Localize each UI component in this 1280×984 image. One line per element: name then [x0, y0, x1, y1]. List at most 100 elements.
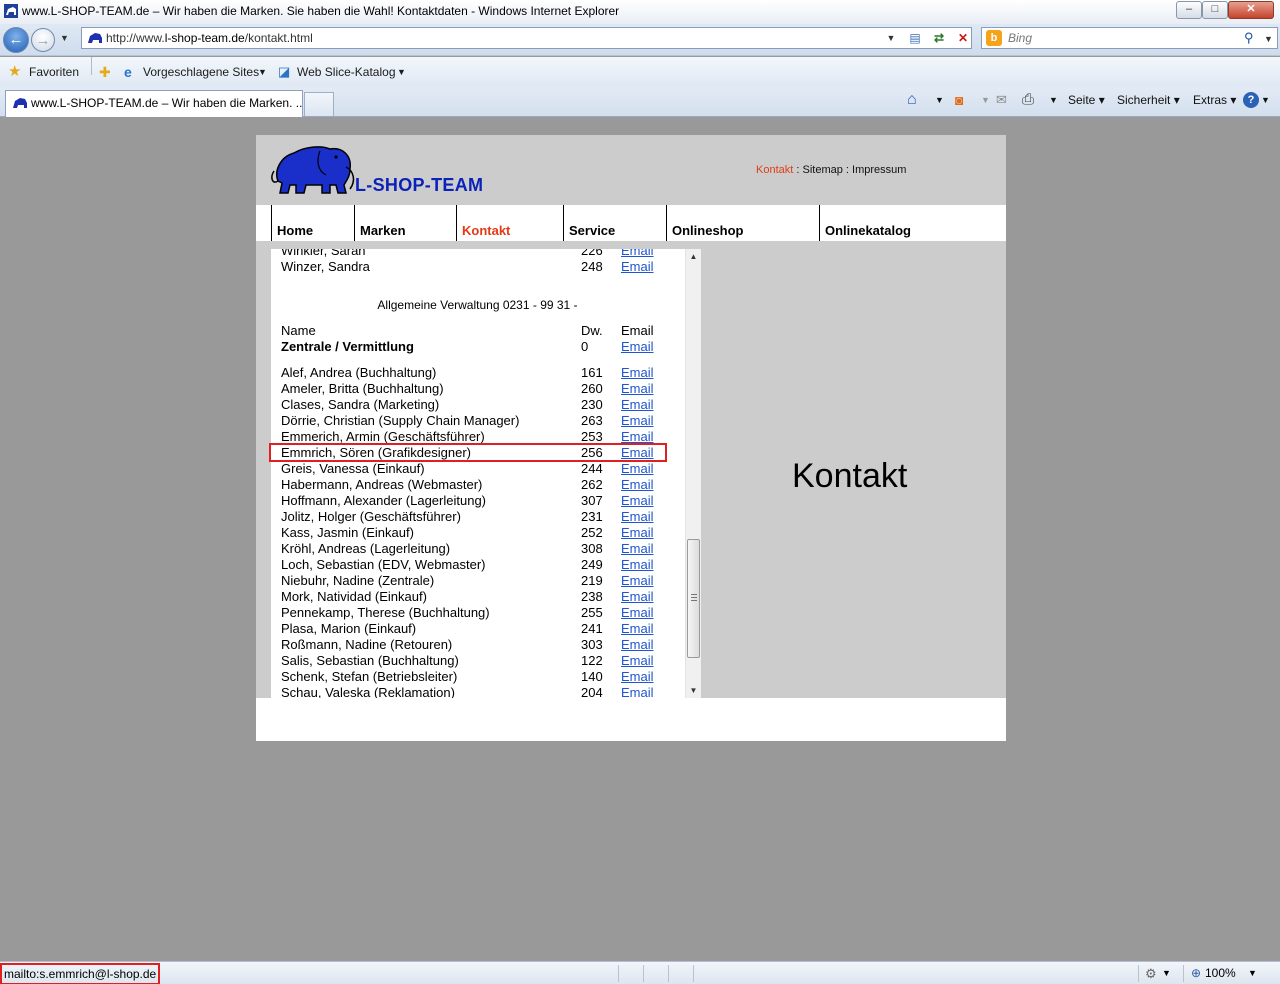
contact-email-link[interactable]: Email [621, 397, 654, 413]
contact-email-link[interactable]: Email [621, 339, 654, 355]
address-dropdown-icon[interactable]: ▼ [880, 30, 902, 47]
scroll-up-arrow-icon[interactable]: ▲ [686, 249, 701, 264]
suggested-sites-dropdown-icon[interactable]: ▼ [258, 57, 267, 87]
contact-email-link[interactable]: Email [621, 259, 654, 275]
favorites-star-icon[interactable]: ★ [8, 57, 21, 87]
add-favorite-icon[interactable]: ✚ [99, 57, 111, 87]
search-dropdown-icon[interactable]: ▼ [1264, 29, 1273, 49]
contact-email-link[interactable]: Email [621, 557, 654, 573]
contact-name: Name [281, 323, 316, 338]
new-tab-button[interactable] [304, 92, 334, 116]
contact-email-link[interactable]: Email [621, 413, 654, 429]
contact-extension: 256 [581, 445, 603, 460]
web-page: L-SHOP-TEAM Kontakt : Sitemap : Impressu… [256, 135, 1006, 741]
contact-extension: 219 [581, 573, 603, 588]
help-icon[interactable]: ? [1243, 92, 1259, 108]
search-input[interactable]: Bing [1008, 28, 1032, 48]
scroll-down-arrow-icon[interactable]: ▼ [686, 683, 701, 698]
home-icon[interactable]: ⌂ [907, 87, 917, 113]
toplink-sitemap[interactable]: Sitemap [802, 164, 842, 176]
contact-email-link[interactable]: Email [621, 685, 654, 698]
menu-kontakt[interactable]: Kontakt [456, 205, 563, 241]
maximize-button[interactable]: □ [1202, 1, 1228, 19]
contact-extension: 161 [581, 365, 603, 380]
contact-list-scrollbar[interactable]: ▲ ▼ [685, 249, 701, 698]
page-menu-button[interactable]: Seite ▾ [1068, 87, 1105, 113]
contact-email-link[interactable]: Email [621, 653, 654, 669]
contact-list-frame[interactable]: Winkler, Sarah 226 Email Winzer, Sandra 248 E… [271, 249, 701, 698]
tab-active[interactable]: www.L-SHOP-TEAM.de – Wir haben die Marke… [5, 90, 303, 117]
address-bar[interactable]: http://www.l-shop-team.de/kontakt.html ▼… [81, 27, 972, 49]
search-icon[interactable]: ⚲ [1244, 28, 1254, 48]
contact-extension: 248 [581, 259, 603, 274]
menu-onlinekatalog[interactable]: Onlinekatalog [819, 205, 1006, 241]
ie-app-icon [4, 4, 18, 18]
web-slice-button[interactable]: Web Slice-Katalog [297, 57, 396, 87]
contact-email-link[interactable]: Email [621, 381, 654, 397]
stop-icon[interactable]: ✕ [952, 30, 974, 47]
contact-row: Salis, Sebastian (Buchhaltung) 122 Email [271, 653, 684, 669]
contact-name: Mork, Natividad (Einkauf) [281, 589, 427, 604]
contact-email-link[interactable]: Email [621, 589, 654, 605]
history-dropdown-icon[interactable]: ▼ [60, 33, 69, 43]
contact-name: Loch, Sebastian (EDV, Webmaster) [281, 557, 486, 572]
print-dropdown-icon[interactable]: ▼ [1049, 87, 1058, 113]
contact-email-link[interactable]: Email [621, 669, 654, 685]
contact-name: Habermann, Andreas (Webmaster) [281, 477, 483, 492]
contact-email-link[interactable]: Email [621, 573, 654, 589]
zoom-level[interactable]: 100% [1205, 963, 1236, 984]
web-slice-dropdown-icon[interactable]: ▼ [397, 57, 406, 87]
contact-email-link[interactable]: Email [621, 429, 654, 445]
home-dropdown-icon[interactable]: ▼ [935, 87, 944, 113]
address-url[interactable]: http://www.l-shop-team.de/kontakt.html [106, 28, 313, 48]
contact-email-link[interactable]: Email [621, 365, 654, 381]
compatibility-view-icon[interactable]: ▤ [904, 30, 926, 47]
feeds-icon[interactable]: ◙ [955, 87, 963, 113]
contact-row: Kröhl, Andreas (Lagerleitung) 308 Email [271, 541, 684, 557]
site-brand[interactable]: L-SHOP-TEAM [355, 175, 483, 196]
search-box[interactable]: b Bing ⚲ ▼ [981, 27, 1278, 49]
contact-name: Winzer, Sandra [281, 259, 370, 274]
contact-email-link[interactable]: Email [621, 445, 654, 461]
contact-email-link[interactable]: Email [621, 605, 654, 621]
contact-email-link[interactable]: Email [621, 509, 654, 525]
contact-name: Pennekamp, Therese (Buchhaltung) [281, 605, 490, 620]
feeds-dropdown-icon[interactable]: ▼ [981, 87, 990, 113]
menu-marken[interactable]: Marken [354, 205, 456, 241]
contact-email-link[interactable]: Email [621, 541, 654, 557]
menu-onlineshop[interactable]: Onlineshop [666, 205, 819, 241]
close-button[interactable]: ✕ [1228, 1, 1274, 19]
elephant-logo[interactable] [270, 141, 356, 195]
forward-button[interactable]: → [31, 28, 55, 52]
security-zone-icon[interactable]: ⚙ [1145, 963, 1157, 984]
mail-icon[interactable]: ✉ [996, 87, 1007, 113]
contact-email-link[interactable]: Email [621, 493, 654, 509]
status-divider [1183, 965, 1184, 982]
contact-email-link[interactable]: Email [621, 525, 654, 541]
zoom-dropdown-icon[interactable]: ▼ [1248, 963, 1257, 984]
zoom-icon[interactable]: ⊕ [1191, 963, 1201, 984]
favorites-button[interactable]: Favoriten [29, 57, 79, 87]
print-icon[interactable]: ⎙ [1022, 87, 1034, 113]
toplink-contact[interactable]: Kontakt [756, 164, 793, 176]
contact-email-link[interactable]: Email [621, 637, 654, 653]
menu-service[interactable]: Service [563, 205, 666, 241]
contact-extension: 249 [581, 557, 603, 572]
suggested-sites-button[interactable]: Vorgeschlagene Sites [143, 57, 259, 87]
contact-extension: 260 [581, 381, 603, 396]
contact-email-link[interactable]: Email [621, 621, 654, 637]
extras-menu-button[interactable]: Extras ▾ [1193, 87, 1236, 113]
back-button[interactable]: ← [3, 27, 29, 53]
scroll-thumb[interactable] [687, 539, 700, 658]
minimize-button[interactable]: – [1176, 1, 1202, 19]
menu-home[interactable]: Home [271, 205, 354, 241]
contact-email-link[interactable]: Email [621, 477, 654, 493]
refresh-icon[interactable]: ⇄ [928, 30, 950, 47]
safety-menu-button[interactable]: Sicherheit ▾ [1117, 87, 1180, 113]
contact-name: Salis, Sebastian (Buchhaltung) [281, 653, 459, 668]
help-dropdown-icon[interactable]: ▼ [1261, 87, 1270, 113]
contact-email-link[interactable]: Email [621, 461, 654, 477]
contact-email-link[interactable]: Email [621, 249, 654, 259]
security-zone-dropdown-icon[interactable]: ▼ [1162, 963, 1171, 984]
toplink-imprint[interactable]: Impressum [852, 164, 906, 176]
